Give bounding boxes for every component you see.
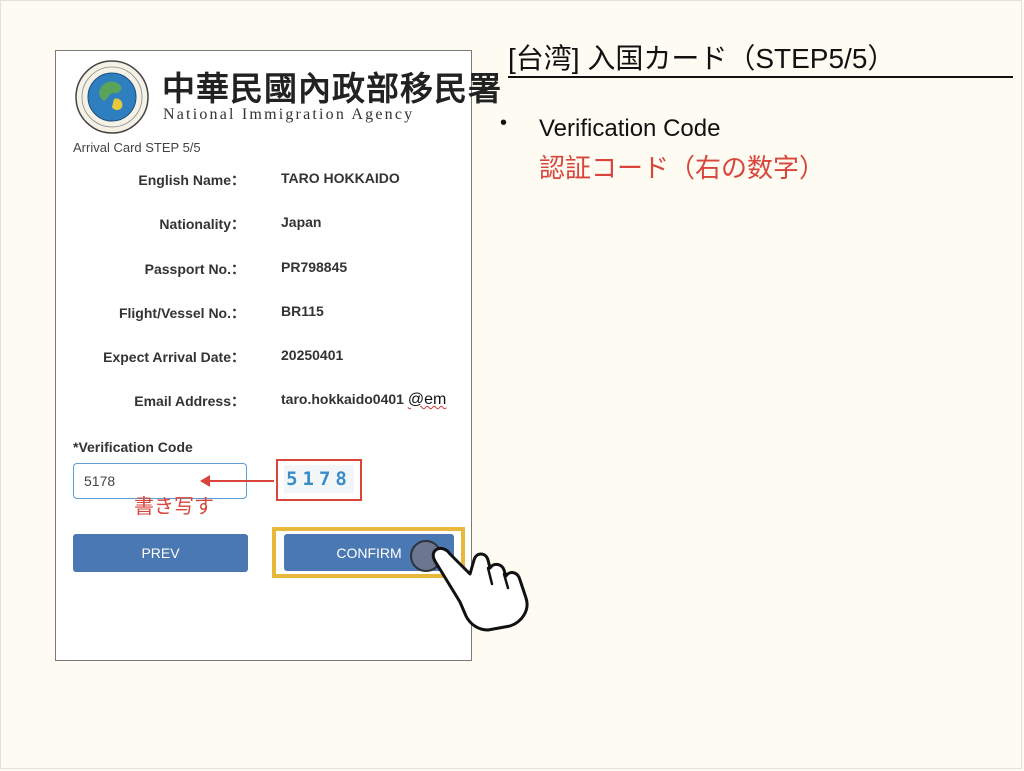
copy-instruction: 書き写す [134,496,214,518]
arrival-card-screenshot: 中華民國內政部移民署 National Immigration Agency A… [55,50,501,661]
field-label: English Name： [138,172,245,188]
field-row-passport: Passport No.： PR798845 [56,259,471,283]
agency-header: 中華民國內政部移民署 National Immigration Agency [56,51,501,139]
captcha-highlight: 5178 [276,459,362,501]
field-label: Email Address： [134,393,245,409]
arrow-head [200,475,210,487]
field-row-nationality: Nationality： Japan [56,214,471,238]
field-row-english-name: English Name： TARO HOKKAIDO [56,170,471,194]
field-label: Nationality： [159,216,245,232]
step-label: Arrival Card STEP 5/5 [73,140,201,155]
pointing-hand-icon [431,546,529,632]
field-row-flight: Flight/Vessel No.： BR115 [56,303,471,327]
verification-code-label: *Verification Code [73,439,193,455]
email-local-part: taro.hokkaido0401 [281,391,404,407]
agency-name-chinese: 中華民國內政部移民署 [162,69,502,108]
left-arrow-icon [208,480,274,482]
field-row-email: Email Address： taro.hokkaido0401 @em [56,391,471,415]
slide-title: [台湾] 入国カード（STEP5/5） [508,43,896,74]
email-suffix: @em [407,391,447,408]
field-label: Passport No.： [144,261,245,277]
field-value: taro.hokkaido0401 @em [281,391,446,409]
agency-name-english: National Immigration Agency [163,106,415,123]
field-value: TARO HOKKAIDO [281,170,400,186]
bullet-verification-code: Verification Code [539,115,721,142]
field-row-arrival-date: Expect Arrival Date： 20250401 [56,347,471,371]
title-underline [508,76,1013,78]
captcha-image: 5178 [284,465,354,493]
field-value: PR798845 [281,259,348,275]
field-label: Expect Arrival Date： [103,349,245,365]
prev-button[interactable]: PREV [73,534,248,572]
field-label: Flight/Vessel No.： [118,305,245,321]
field-value: 20250401 [281,347,344,363]
bullet-icon: • [500,112,508,134]
agency-emblem-icon [75,60,149,134]
field-value: BR115 [281,303,324,319]
field-value: Japan [281,214,322,230]
bullet-verification-code-jp: 認証コード（右の数字） [539,153,826,183]
